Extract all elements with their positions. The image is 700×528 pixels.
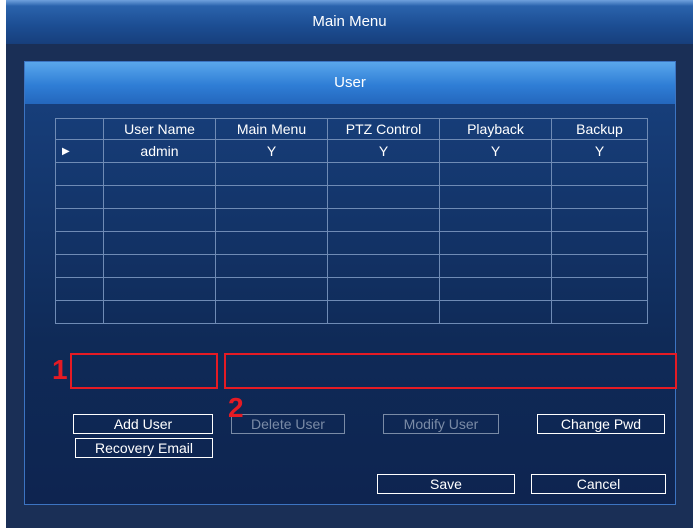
cell-main-menu: Y	[215, 139, 328, 163]
cell-selector	[55, 300, 104, 324]
table-row[interactable]	[55, 208, 648, 232]
cell-backup	[551, 231, 648, 255]
cell-main-menu	[215, 185, 328, 209]
cell-user-name	[103, 300, 216, 324]
table-row[interactable]	[55, 300, 648, 324]
cell-selector: ▶	[55, 139, 104, 163]
users-table: User Name Main Menu PTZ Control Playback…	[55, 118, 648, 324]
cell-backup	[551, 162, 648, 186]
cell-backup: Y	[551, 139, 648, 163]
cell-ptz-control	[327, 254, 440, 278]
cell-backup	[551, 277, 648, 301]
cell-playback	[439, 185, 552, 209]
table-row[interactable]	[55, 277, 648, 301]
cell-user-name	[103, 208, 216, 232]
cell-selector	[55, 277, 104, 301]
cell-playback	[439, 300, 552, 324]
cell-main-menu	[215, 231, 328, 255]
callout-marker-2: 2	[228, 392, 244, 423]
callout-box-add-user	[70, 353, 218, 389]
main-menu-title-bar: Main Menu	[6, 0, 693, 44]
recovery-email-button[interactable]: Recovery Email	[75, 438, 213, 458]
cell-main-menu	[215, 277, 328, 301]
cell-backup	[551, 300, 648, 324]
column-header-selector	[55, 118, 104, 140]
cell-main-menu	[215, 300, 328, 324]
cell-ptz-control: Y	[327, 139, 440, 163]
table-header-row: User Name Main Menu PTZ Control Playback…	[55, 118, 648, 140]
cell-backup	[551, 208, 648, 232]
column-header-main-menu: Main Menu	[215, 118, 328, 140]
cell-main-menu	[215, 162, 328, 186]
cell-playback: Y	[439, 139, 552, 163]
column-header-playback: Playback	[439, 118, 552, 140]
cell-ptz-control	[327, 208, 440, 232]
cell-ptz-control	[327, 162, 440, 186]
save-button[interactable]: Save	[377, 474, 515, 494]
cell-selector	[55, 254, 104, 278]
cell-ptz-control	[327, 277, 440, 301]
modify-user-button[interactable]: Modify User	[383, 414, 499, 434]
window-title: Main Menu	[312, 13, 387, 30]
cell-ptz-control	[327, 300, 440, 324]
cell-playback	[439, 162, 552, 186]
column-header-ptz-control: PTZ Control	[327, 118, 440, 140]
cell-ptz-control	[327, 185, 440, 209]
column-header-backup: Backup	[551, 118, 648, 140]
change-password-button[interactable]: Change Pwd	[537, 414, 665, 434]
table-row[interactable]	[55, 231, 648, 255]
delete-user-button[interactable]: Delete User	[231, 414, 345, 434]
dialog-body: User Name Main Menu PTZ Control Playback…	[25, 104, 675, 504]
table-row[interactable]	[55, 254, 648, 278]
cell-backup	[551, 254, 648, 278]
cell-playback	[439, 231, 552, 255]
callout-marker-1: 1	[52, 354, 68, 385]
cell-user-name	[103, 254, 216, 278]
cell-main-menu	[215, 254, 328, 278]
cancel-button[interactable]: Cancel	[531, 474, 666, 494]
cell-user-name	[103, 162, 216, 186]
column-header-user-name: User Name	[103, 118, 216, 140]
cell-playback	[439, 208, 552, 232]
cell-main-menu	[215, 208, 328, 232]
title-bar-shine	[6, 0, 693, 6]
table-row[interactable]: ▶ admin Y Y Y Y	[55, 139, 648, 163]
cell-selector	[55, 162, 104, 186]
cell-playback	[439, 254, 552, 278]
table-row[interactable]	[55, 162, 648, 186]
table-row[interactable]	[55, 185, 648, 209]
callout-box-edit-actions	[224, 353, 677, 389]
cell-backup	[551, 185, 648, 209]
dialog-title-bar: User	[25, 62, 675, 104]
cell-user-name	[103, 185, 216, 209]
cell-user-name	[103, 277, 216, 301]
cell-selector	[55, 231, 104, 255]
cell-playback	[439, 277, 552, 301]
cell-ptz-control	[327, 231, 440, 255]
user-dialog: User User Name Main Menu PTZ Control Pla…	[24, 61, 676, 505]
add-user-button[interactable]: Add User	[73, 414, 213, 434]
cell-user-name: admin	[103, 139, 216, 163]
cell-selector	[55, 185, 104, 209]
dialog-title: User	[334, 74, 366, 91]
cell-selector	[55, 208, 104, 232]
cell-user-name	[103, 231, 216, 255]
